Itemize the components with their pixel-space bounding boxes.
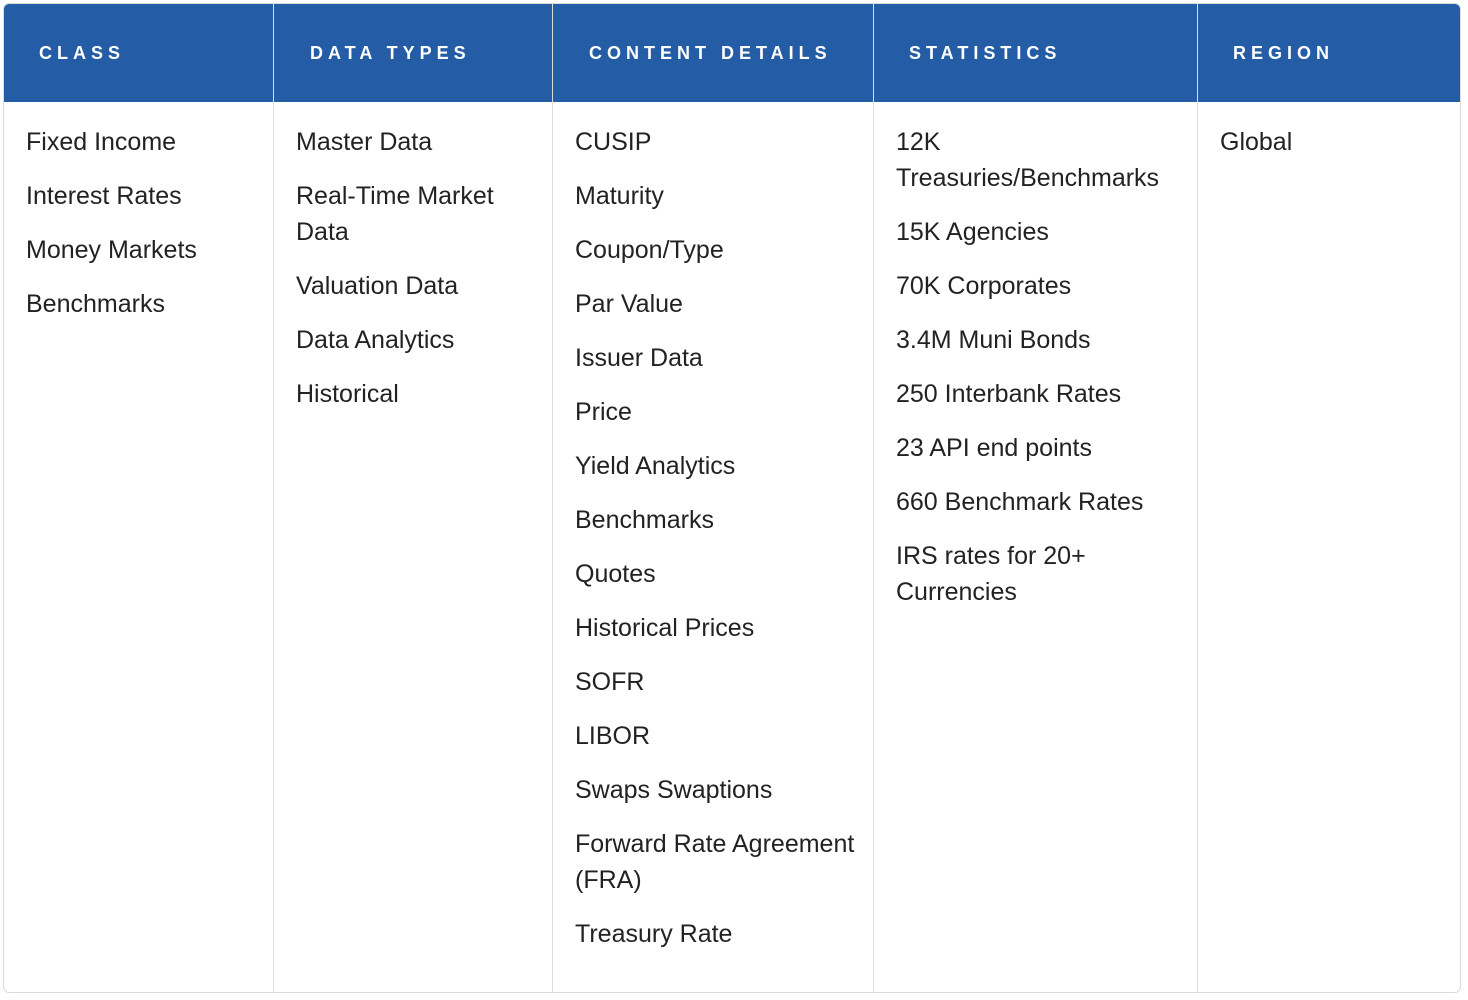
list-item: Swaps Swaptions — [575, 776, 773, 804]
list-item: 23 API end points — [896, 434, 1092, 462]
list-item: Maturity — [575, 182, 664, 210]
list-item: 12K Treasuries/Benchmarks — [896, 128, 1160, 192]
list-item: Issuer Data — [575, 344, 703, 372]
list-item: SOFR — [575, 668, 645, 696]
list-item: Price — [575, 398, 632, 426]
list-item: 660 Benchmark Rates — [896, 488, 1144, 516]
list-item: Global — [1220, 128, 1293, 156]
column-header-region: Region — [1198, 4, 1460, 102]
list-item: Money Markets — [26, 236, 197, 264]
list-item: Master Data — [296, 128, 433, 156]
column-header-statistics: Statistics — [874, 4, 1197, 102]
list-item: Historical — [296, 380, 399, 408]
column-list-class: Fixed Income Interest Rates Money Markets B… — [4, 102, 273, 340]
column-list-content-details: CUSIP Maturity Coupon/Type Par Value Issuer … — [553, 102, 873, 970]
column-list-statistics: 12K Treasuries/Benchmarks 15K Agencies 70K… — [874, 102, 1197, 628]
list-item: Data Analytics — [296, 326, 455, 354]
column-header-content-details: Content Details — [553, 4, 873, 102]
list-item: Par Value — [575, 290, 683, 318]
column-header-data-types: Data Types — [274, 4, 552, 102]
list-item: Coupon/Type — [575, 236, 724, 264]
list-item: Historical Prices — [575, 614, 755, 642]
list-item: LIBOR — [575, 722, 651, 750]
column-content-details: Content Details CUSIP Maturity Coupon/Type… — [552, 4, 873, 992]
list-item: 15K Agencies — [896, 218, 1049, 246]
column-region: Region Global — [1197, 4, 1460, 992]
list-item: IRS rates for 20+ Currencies — [896, 542, 1086, 606]
list-item: Benchmarks — [26, 290, 165, 318]
list-item: Yield Analytics — [575, 452, 736, 480]
list-item: 3.4M Muni Bonds — [896, 326, 1091, 354]
table-columns: Class Fixed Income Interest Rates Money Ma… — [4, 4, 1460, 992]
list-item: Quotes — [575, 560, 656, 588]
column-statistics: Statistics 12K Treasuries/Benchmarks 15K … — [873, 4, 1197, 992]
list-item: 250 Interbank Rates — [896, 380, 1122, 408]
list-item: Valuation Data — [296, 272, 459, 300]
list-item: Interest Rates — [26, 182, 182, 210]
data-coverage-table: Class Fixed Income Interest Rates Money Ma… — [3, 3, 1461, 993]
list-item: CUSIP — [575, 128, 652, 156]
list-item: Benchmarks — [575, 506, 714, 534]
column-list-region: Global — [1198, 102, 1460, 178]
list-item: 70K Corporates — [896, 272, 1072, 300]
list-item: Forward Rate Agreement (FRA) — [575, 830, 855, 894]
column-data-types: Data Types Master Data Real-Time Market D… — [273, 4, 552, 992]
column-class: Class Fixed Income Interest Rates Money Ma… — [4, 4, 273, 992]
list-item: Fixed Income — [26, 128, 177, 156]
column-header-class: Class — [4, 4, 273, 102]
column-list-data-types: Master Data Real-Time Market Data Valuatio… — [274, 102, 552, 430]
list-item: Real-Time Market Data — [296, 182, 494, 246]
list-item: Treasury Rate — [575, 920, 733, 948]
